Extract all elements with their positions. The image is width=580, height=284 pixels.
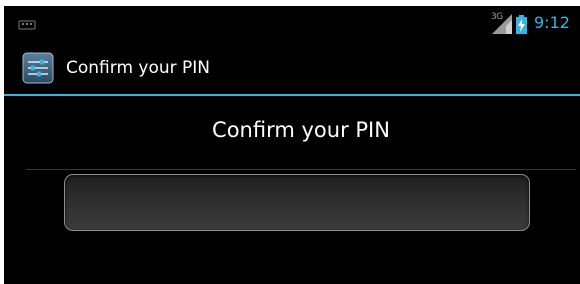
action-bar-divider (4, 94, 580, 96)
page-heading: Confirm your PIN (212, 118, 390, 142)
signal-strength-icon (492, 14, 512, 34)
usb-debugging-icon (18, 20, 36, 30)
status-clock: 9:12 (534, 13, 570, 32)
action-bar: Confirm your PIN (4, 44, 580, 94)
settings-sliders-icon[interactable] (22, 52, 54, 84)
battery-charging-icon (516, 15, 527, 34)
action-bar-title: Confirm your PIN (66, 58, 211, 78)
pin-input[interactable] (64, 174, 530, 231)
heading-divider (26, 169, 576, 170)
status-bar: 3G 9:12 (4, 6, 580, 44)
device-screen: 3G 9:12 Confirm your PIN Confirm your PI… (4, 6, 580, 284)
